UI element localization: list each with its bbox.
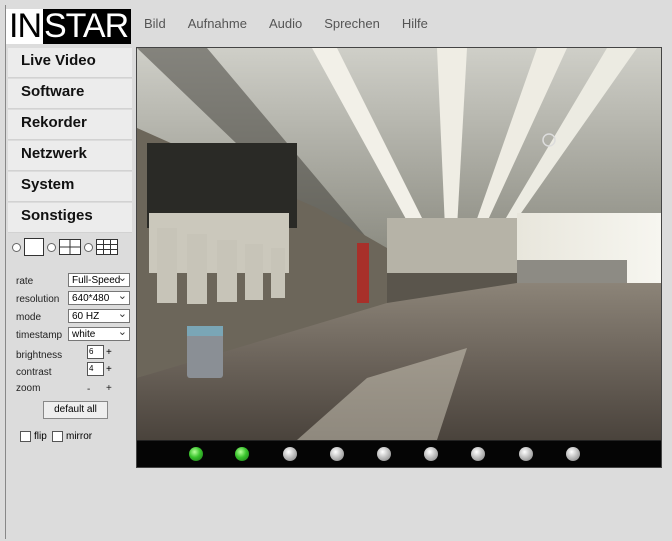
mirror-checkbox[interactable] (52, 431, 63, 442)
sidebar-item-rekorder[interactable]: Rekorder (8, 110, 132, 140)
sidebar-item-sonstiges[interactable]: Sonstiges (8, 203, 132, 233)
sidebar-item-netzwerk[interactable]: Netzwerk (8, 141, 132, 171)
top-menu: Bild Aufnahme Audio Sprechen Hilfe (144, 16, 450, 31)
menu-bild[interactable]: Bild (144, 16, 166, 31)
mode-label: mode (16, 312, 42, 323)
ptz-indicator-dot-4[interactable] (330, 447, 344, 461)
zoom-minus-button[interactable]: - (87, 384, 90, 395)
ptz-indicator-dot-3[interactable] (283, 447, 297, 461)
logo-text-star: STAR (43, 9, 132, 44)
timestamp-label: timestamp (16, 330, 63, 341)
sidebar-item-software[interactable]: Software (8, 79, 132, 109)
sidebar-item-system[interactable]: System (8, 172, 132, 202)
instar-logo: IN STAR (6, 9, 132, 44)
ptz-indicator-dot-7[interactable] (471, 447, 485, 461)
sidebar-item-live-video[interactable]: Live Video (8, 48, 132, 78)
zoom-plus-button[interactable]: + (106, 383, 112, 394)
mode-select[interactable]: 60 HZ (68, 309, 130, 323)
brightness-plus-button[interactable]: + (106, 347, 112, 358)
single-view-icon[interactable] (24, 238, 44, 256)
layout-9-radio[interactable] (84, 242, 93, 252)
ptz-indicator-dot-2[interactable] (235, 447, 249, 461)
ptz-indicator-dot-8[interactable] (519, 447, 533, 461)
camera-video-stream (137, 48, 661, 440)
brightness-input[interactable]: 6 (87, 345, 104, 359)
contrast-input[interactable]: 4 (87, 362, 104, 376)
contrast-plus-button[interactable]: + (106, 364, 112, 375)
menu-aufnahme[interactable]: Aufnahme (188, 16, 247, 31)
timestamp-select[interactable]: white (68, 327, 130, 341)
ptz-indicator-dot-9[interactable] (566, 447, 580, 461)
logo-text-in: IN (6, 9, 43, 44)
flip-label: flip (34, 431, 47, 442)
rate-label: rate (16, 276, 34, 287)
menu-audio[interactable]: Audio (269, 16, 302, 31)
menu-hilfe[interactable]: Hilfe (402, 16, 428, 31)
layout-1-radio[interactable] (12, 242, 21, 252)
default-all-button[interactable]: default all (43, 401, 108, 419)
menu-sprechen[interactable]: Sprechen (324, 16, 380, 31)
resolution-label: resolution (16, 294, 60, 305)
layout-4-radio[interactable] (47, 242, 56, 252)
ptz-indicator-dot-5[interactable] (377, 447, 391, 461)
ptz-indicator-bar (137, 440, 661, 467)
ptz-indicator-dot-6[interactable] (424, 447, 438, 461)
contrast-label: contrast (16, 367, 52, 378)
zoom-label: zoom (16, 383, 41, 394)
brightness-label: brightness (16, 350, 63, 361)
quad-view-icon[interactable] (59, 239, 81, 255)
flip-checkbox[interactable] (20, 431, 31, 442)
rate-select[interactable]: Full-Speed (68, 273, 130, 287)
live-video-panel[interactable] (136, 47, 662, 468)
nine-view-icon[interactable] (96, 239, 118, 255)
resolution-select[interactable]: 640*480 (68, 291, 130, 305)
mirror-label: mirror (66, 431, 93, 442)
sidebar-nav: Live Video Software Rekorder Netzwerk Sy… (8, 48, 132, 234)
ptz-indicator-dot-1[interactable] (189, 447, 203, 461)
view-layout-selector (12, 238, 118, 256)
